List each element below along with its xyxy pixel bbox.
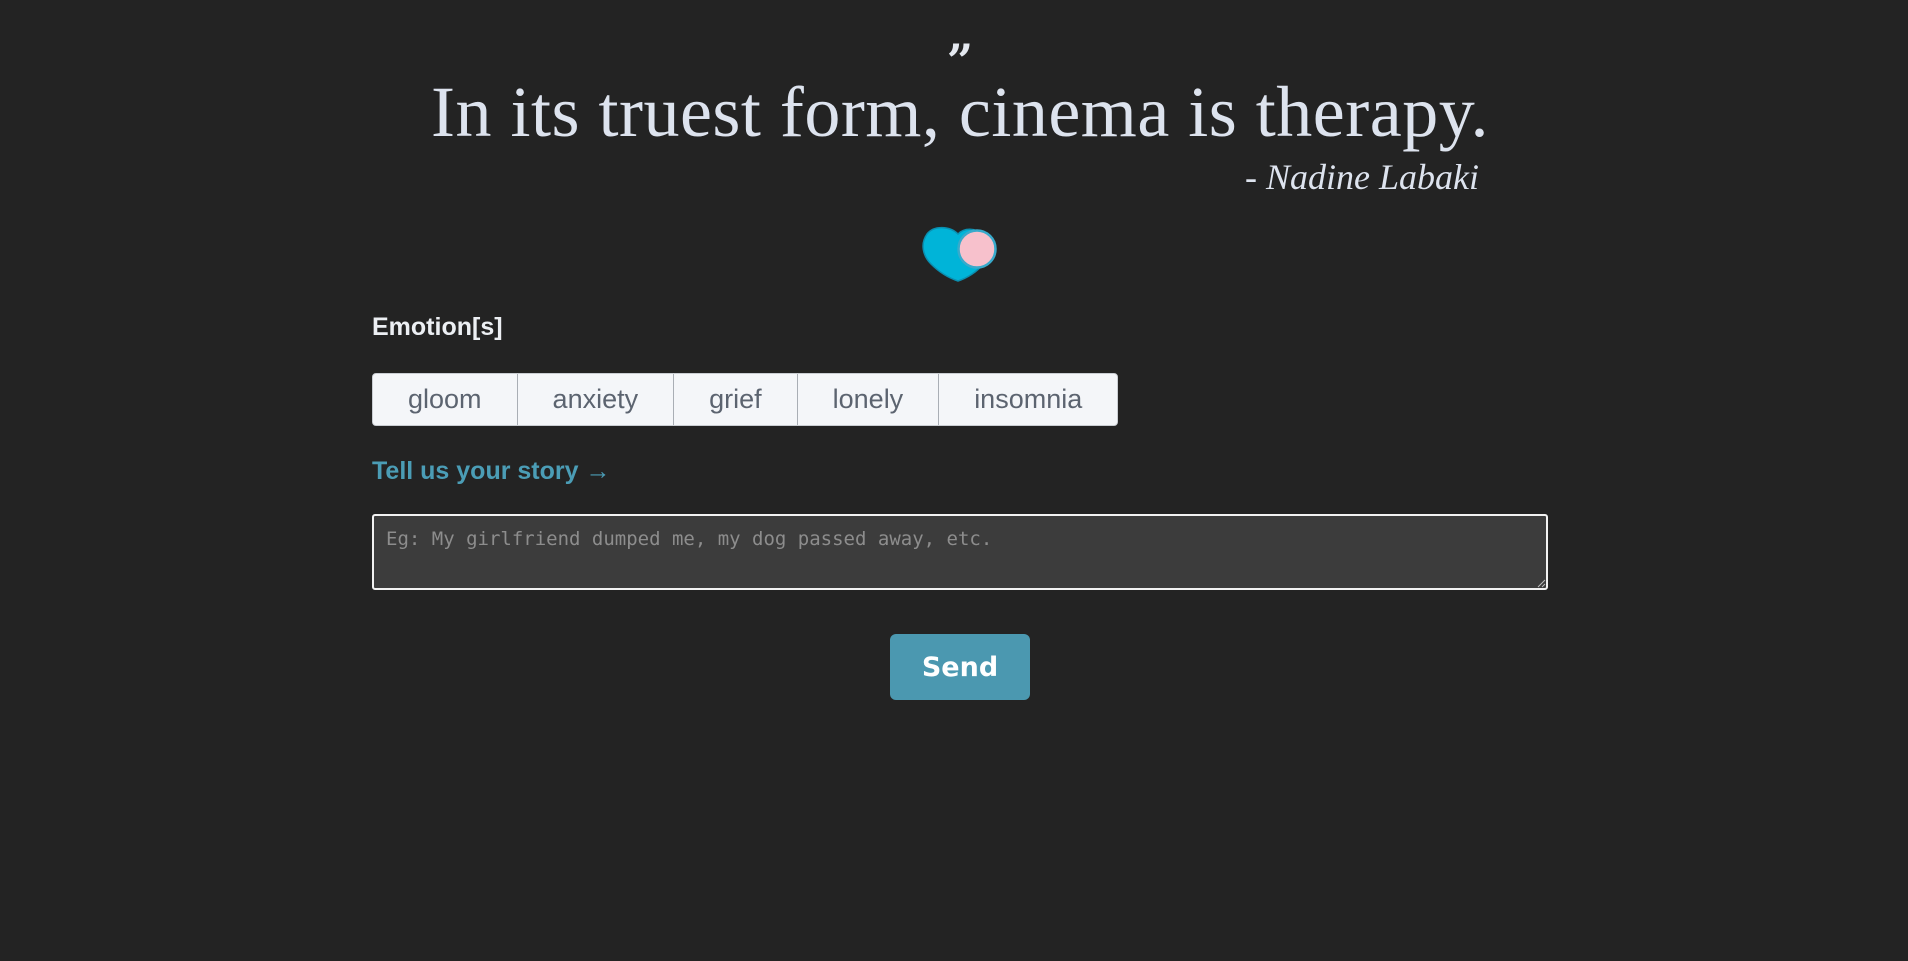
emotion-chip-grief[interactable]: grief xyxy=(674,374,798,425)
emotion-chip-gloom[interactable]: gloom xyxy=(373,374,518,425)
page: ” In its truest form, cinema is therapy.… xyxy=(0,0,1908,961)
emotion-chip-insomnia[interactable]: insomnia xyxy=(939,374,1118,425)
quote-author: - Nadine Labaki xyxy=(1245,157,1479,197)
resize-grip-icon[interactable] xyxy=(1536,578,1546,588)
send-button[interactable]: Send xyxy=(890,634,1030,700)
emotions-label: Emotion[s] xyxy=(372,313,503,341)
tell-story-link[interactable]: Tell us your story → xyxy=(372,454,610,488)
emotion-chip-lonely[interactable]: lonely xyxy=(797,374,940,425)
story-input[interactable] xyxy=(372,514,1548,590)
quote-text: In its truest form, cinema is therapy. xyxy=(430,72,1490,152)
emotion-chip-group: gloom anxiety grief lonely insomnia xyxy=(372,373,1119,426)
emotion-chip-anxiety[interactable]: anxiety xyxy=(517,374,675,425)
heart-logo-icon xyxy=(922,226,997,282)
pink-circle xyxy=(957,229,997,269)
